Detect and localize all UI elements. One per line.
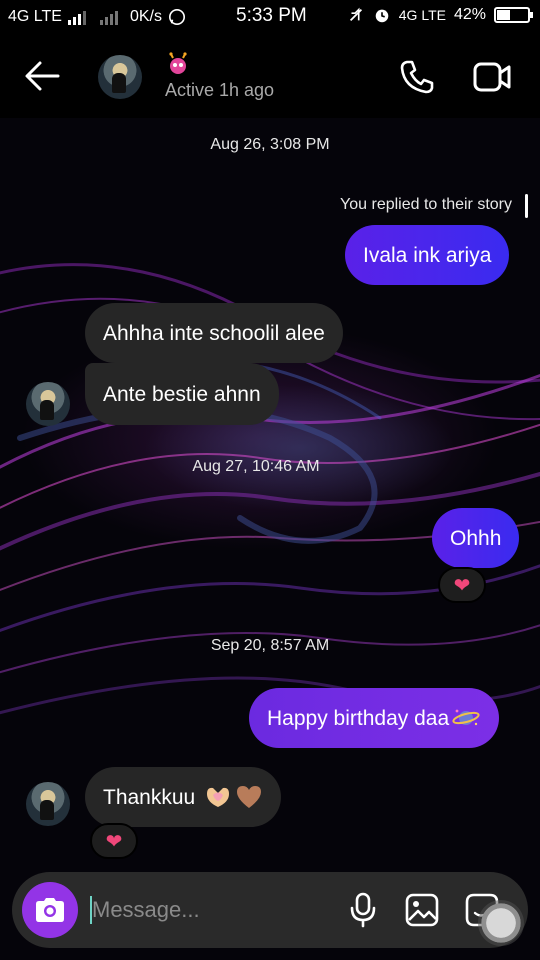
chat-header: Active 1h ago — [0, 34, 540, 118]
heart-icon: ❤ — [105, 830, 123, 853]
heart-hands-emoji-icon — [207, 787, 230, 807]
data-speed: 0K/s — [129, 8, 162, 25]
message-incoming[interactable]: Ahhha inte schoolil alee — [85, 303, 343, 363]
planet-emoji-icon — [452, 709, 480, 726]
message-text: Ahhha inte schoolil alee — [103, 321, 325, 345]
assistive-touch-button[interactable] — [478, 900, 524, 946]
battery-percent: 42% — [453, 6, 486, 23]
clock: 5:33 PM — [236, 5, 307, 26]
message-text: Ivala ink ariya — [363, 243, 492, 267]
message-input[interactable] — [92, 886, 332, 934]
mute-icon — [349, 7, 362, 22]
story-reply-bar — [525, 194, 528, 218]
back-arrow-icon[interactable] — [22, 58, 62, 94]
message-text: Ohhh — [450, 526, 502, 550]
message-composer — [12, 872, 528, 948]
timestamp: Sep 20, 8:57 AM — [210, 637, 330, 654]
heart-icon: ❤ — [453, 574, 471, 597]
contact-avatar[interactable] — [98, 55, 142, 99]
active-status: Active 1h ago — [165, 80, 275, 100]
status-left: 4G LTE 0K/s — [8, 8, 186, 26]
gallery-icon[interactable] — [404, 892, 440, 928]
reaction-badge[interactable]: ❤ — [90, 823, 138, 859]
message-text: Ante bestie ahnn — [103, 382, 261, 406]
timestamp: Aug 27, 10:46 AM — [192, 458, 320, 475]
microphone-icon[interactable] — [348, 892, 378, 928]
contact-avatar-small[interactable] — [26, 782, 70, 826]
message-incoming[interactable]: Ante bestie ahnn — [85, 363, 279, 425]
message-text: Happy birthday daa — [267, 706, 450, 730]
camera-icon — [36, 898, 64, 922]
network-label: 4G LTE — [8, 8, 62, 25]
reaction-badge[interactable]: ❤ — [438, 567, 486, 603]
message-outgoing[interactable]: Ivala ink ariya — [345, 225, 510, 285]
alien-emoji-icon — [169, 52, 187, 74]
message-outgoing[interactable]: Ohhh — [432, 508, 520, 568]
signal-icon — [67, 9, 86, 25]
signal-icon-2 — [99, 9, 118, 25]
brown-heart-icon — [237, 786, 262, 808]
phone-icon[interactable] — [398, 58, 436, 96]
battery-icon — [494, 7, 533, 23]
timestamp: Aug 26, 3:08 PM — [210, 136, 330, 153]
status-right: 4G LTE 42% — [347, 6, 533, 24]
status-bar: 4G LTE 0K/s 5:33 PM 4G LTE 42% — [0, 0, 540, 34]
alarm-icon — [375, 9, 389, 23]
whatsapp-icon — [168, 8, 185, 26]
message-text: Thankkuu — [103, 785, 196, 809]
video-camera-icon[interactable] — [472, 60, 512, 94]
message-incoming[interactable]: Thankkuu — [85, 767, 282, 827]
contact-avatar-small[interactable] — [26, 382, 70, 426]
chat-thread[interactable]: Aug 26, 3:08 PM You replied to their sto… — [0, 118, 540, 960]
message-outgoing[interactable]: Happy birthday daa — [249, 688, 500, 748]
story-reply-note: You replied to their story — [340, 196, 512, 213]
camera-button[interactable] — [22, 882, 78, 938]
network-label-right: 4G LTE — [398, 7, 446, 23]
